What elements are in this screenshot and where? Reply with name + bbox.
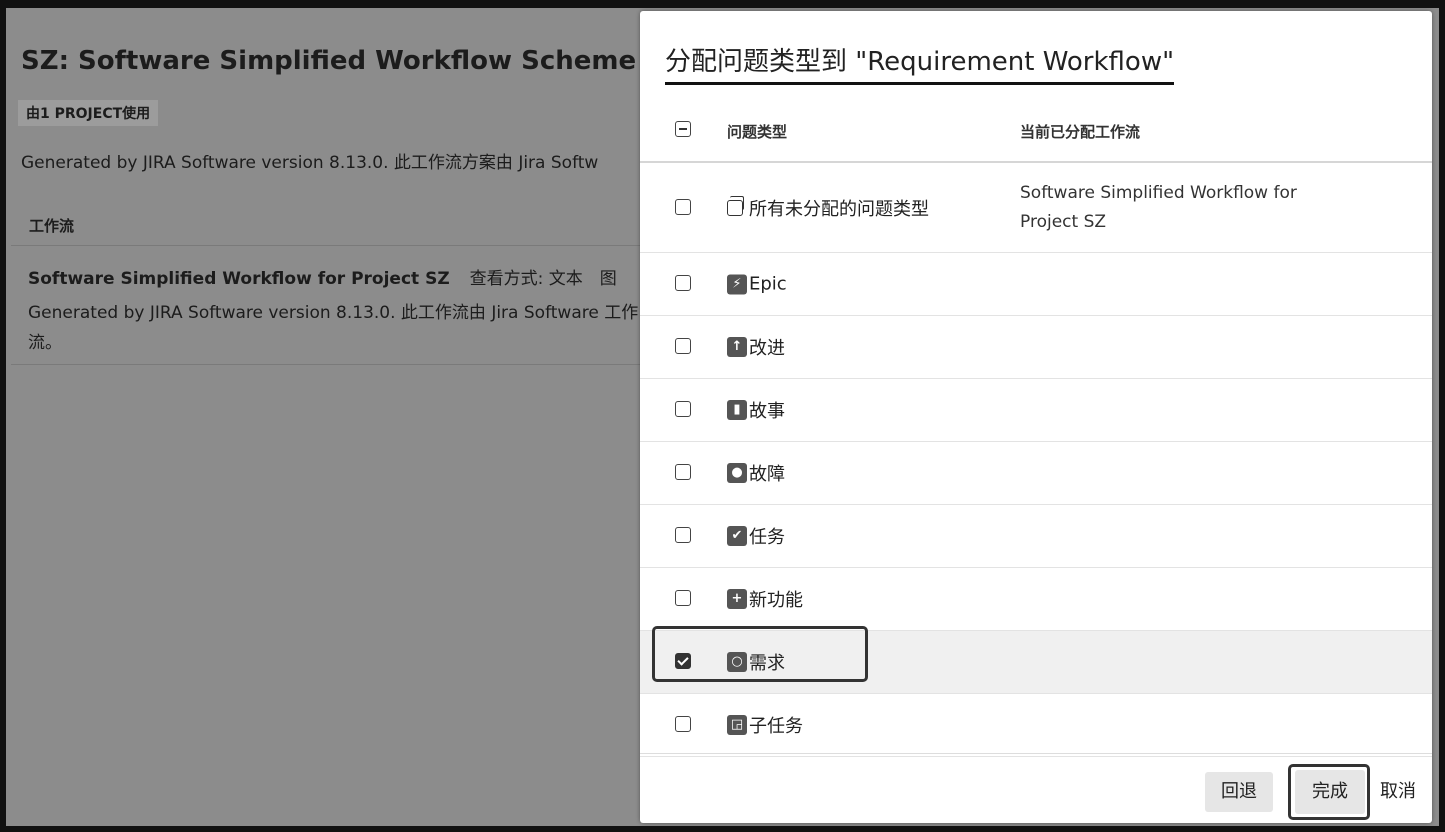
table-row[interactable]: ● 故障: [640, 442, 1432, 505]
table-row[interactable]: + 新功能: [640, 568, 1432, 631]
unchecked-checkbox-icon: [675, 338, 691, 354]
arrow-up-icon: ↑: [727, 337, 747, 357]
issue-type-label: 故障: [749, 464, 785, 485]
issue-type-label: 故事: [749, 401, 785, 422]
table-row[interactable]: ▮ 故事: [640, 379, 1432, 442]
issue-type-checkbox[interactable]: [675, 527, 693, 545]
project-usage-badge: 由1 PROJECT使用: [18, 100, 159, 126]
stack-icon: [727, 195, 744, 216]
lightning-icon: ⚡: [727, 274, 747, 294]
issue-type-cell: ⚡ Epic: [727, 274, 787, 295]
issue-type-checkbox[interactable]: [675, 198, 693, 217]
issue-type-cell: ◲ 子任务: [727, 712, 803, 738]
unchecked-checkbox-icon: [675, 198, 691, 215]
unchecked-checkbox-icon: [675, 275, 691, 291]
select-all-checkbox[interactable]: [675, 121, 693, 139]
table-row[interactable]: ⚡ Epic: [640, 253, 1432, 316]
unchecked-checkbox-icon: [675, 590, 691, 606]
unchecked-checkbox-icon: [675, 401, 691, 417]
issue-type-cell: + 新功能: [727, 586, 803, 612]
issue-type-label: 改进: [749, 338, 785, 359]
scheme-description: Generated by JIRA Software version 8.13.…: [21, 153, 599, 173]
issue-type-label: 子任务: [749, 716, 803, 737]
issue-type-label: 任务: [749, 527, 785, 548]
dialog-footer: 回退 完成 取消: [640, 753, 1432, 824]
workflow-table-header: 工作流: [11, 203, 651, 246]
issue-type-label: Epic: [749, 273, 787, 295]
unchecked-checkbox-icon: [675, 716, 691, 732]
issue-type-cell: ✔ 任务: [727, 523, 785, 549]
unchecked-checkbox-icon: [675, 464, 691, 480]
scheme-title: SZ: Software Simplified Workflow Scheme: [21, 46, 637, 76]
done-button[interactable]: 完成: [1295, 770, 1365, 814]
issue-type-checkbox[interactable]: [675, 275, 693, 293]
workflow-name: Software Simplified Workflow for Project…: [28, 269, 450, 289]
table-row[interactable]: ◲ 子任务: [640, 694, 1432, 757]
back-button[interactable]: 回退: [1205, 772, 1273, 812]
workflow-row: Software Simplified Workflow for Project…: [11, 246, 651, 365]
workflow-column-label: 工作流: [29, 217, 75, 235]
issue-type-checkbox[interactable]: [675, 338, 693, 356]
bookmark-icon: ▮: [727, 400, 747, 420]
issue-type-label: 所有未分配的问题类型: [749, 198, 929, 220]
issue-type-cell: ▮ 故事: [727, 397, 785, 423]
workflow-row-title: Software Simplified Workflow for Project…: [28, 264, 617, 289]
issue-type-checkbox[interactable]: [675, 464, 693, 482]
checkmark-icon: ✔: [727, 526, 747, 546]
issue-type-label: 新功能: [749, 590, 803, 611]
issue-type-cell: ● 故障: [727, 460, 785, 486]
assign-issue-types-dialog: 分配问题类型到 "Requirement Workflow" 问题类型 当前已分…: [640, 11, 1432, 823]
issue-type-cell: ↑ 改进: [727, 334, 785, 360]
view-mode-links: 查看方式: 文本 图: [469, 269, 617, 289]
issue-type-cell: 所有未分配的问题类型: [727, 195, 929, 221]
issue-type-checkbox[interactable]: [675, 401, 693, 419]
subtask-icon: ◲: [727, 715, 747, 735]
table-row[interactable]: ✔ 任务: [640, 505, 1432, 568]
current-workflow-cell: Software Simplified Workflow for Project…: [1020, 182, 1297, 232]
bug-dot-icon: ●: [727, 463, 747, 483]
current-workflow-column-header: 当前已分配工作流: [1020, 123, 1141, 141]
table-header: 问题类型 当前已分配工作流: [640, 99, 1432, 163]
selected-row-highlight: [652, 626, 868, 682]
cancel-button[interactable]: 取消: [1373, 772, 1423, 812]
indeterminate-checkbox-icon: [675, 121, 691, 137]
plus-icon: +: [727, 589, 747, 609]
issue-type-checkbox[interactable]: [675, 716, 693, 734]
issue-type-checkbox[interactable]: [675, 590, 693, 608]
unchecked-checkbox-icon: [675, 527, 691, 543]
screenshot-frame: SZ: Software Simplified Workflow Scheme …: [0, 0, 1445, 832]
workflow-row-description: Generated by JIRA Software version 8.13.…: [28, 303, 639, 353]
table-row[interactable]: 所有未分配的问题类型 Software Simplified Workflow f…: [640, 163, 1432, 253]
issue-type-column-header: 问题类型: [727, 123, 788, 141]
dialog-title: 分配问题类型到 "Requirement Workflow": [665, 41, 1175, 85]
table-row[interactable]: ↑ 改进: [640, 316, 1432, 379]
